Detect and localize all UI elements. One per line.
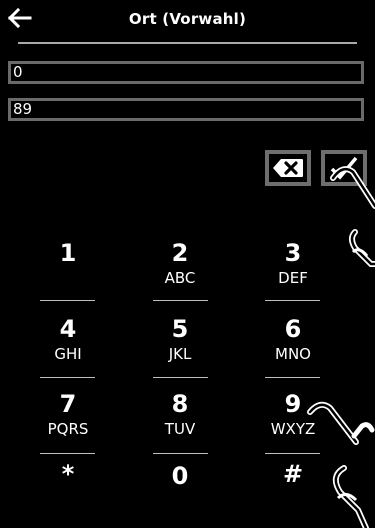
key-0[interactable]: 0 bbox=[140, 463, 220, 489]
key-digit: 9 bbox=[284, 390, 302, 418]
key-digit: 5 bbox=[171, 315, 189, 343]
key-9[interactable]: 9 WXYZ bbox=[253, 391, 333, 438]
key-6[interactable]: 6 MNO bbox=[253, 316, 333, 363]
key-digit: 3 bbox=[284, 239, 302, 267]
key-digit: 8 bbox=[171, 390, 189, 418]
separator bbox=[40, 453, 95, 454]
separator bbox=[40, 300, 95, 301]
area-code-field-1[interactable]: 0 bbox=[8, 61, 364, 84]
backspace-x-icon bbox=[273, 159, 303, 177]
checkmark-icon bbox=[330, 156, 358, 180]
area-code-field-2[interactable]: 89 bbox=[8, 98, 364, 121]
key-letters: PQRS bbox=[47, 420, 89, 438]
key-2[interactable]: 2 ABC bbox=[140, 240, 220, 287]
key-star[interactable]: * bbox=[28, 461, 108, 487]
confirm-button[interactable] bbox=[321, 150, 367, 186]
separator bbox=[153, 453, 208, 454]
key-4[interactable]: 4 GHI bbox=[28, 316, 108, 363]
key-digit: # bbox=[282, 460, 304, 488]
key-digit: 7 bbox=[59, 390, 77, 418]
header-divider bbox=[18, 42, 357, 44]
key-letters: GHI bbox=[54, 345, 82, 363]
key-digit: 6 bbox=[284, 315, 302, 343]
key-digit: * bbox=[61, 460, 75, 488]
delete-button[interactable] bbox=[265, 150, 311, 186]
key-digit: 0 bbox=[171, 462, 189, 490]
key-letters: DEF bbox=[278, 269, 308, 287]
key-letters: JKL bbox=[168, 345, 192, 363]
key-letters: MNO bbox=[275, 345, 311, 363]
key-hash[interactable]: # bbox=[253, 461, 333, 487]
separator bbox=[153, 377, 208, 378]
key-1[interactable]: 1 bbox=[28, 240, 108, 270]
key-digit: 4 bbox=[59, 315, 77, 343]
key-digit: 1 bbox=[59, 239, 77, 267]
header-bar: Ort (Vorwahl) bbox=[0, 0, 375, 42]
separator bbox=[265, 453, 320, 454]
key-letters: TUV bbox=[164, 420, 196, 438]
key-7[interactable]: 7 PQRS bbox=[28, 391, 108, 438]
separator bbox=[265, 377, 320, 378]
key-5[interactable]: 5 JKL bbox=[140, 316, 220, 363]
separator bbox=[153, 300, 208, 301]
separator bbox=[40, 377, 95, 378]
key-letters: WXYZ bbox=[270, 420, 316, 438]
key-3[interactable]: 3 DEF bbox=[253, 240, 333, 287]
key-8[interactable]: 8 TUV bbox=[140, 391, 220, 438]
key-letters: ABC bbox=[164, 269, 196, 287]
key-digit: 2 bbox=[171, 239, 189, 267]
separator bbox=[265, 300, 320, 301]
page-title: Ort (Vorwahl) bbox=[128, 10, 247, 28]
